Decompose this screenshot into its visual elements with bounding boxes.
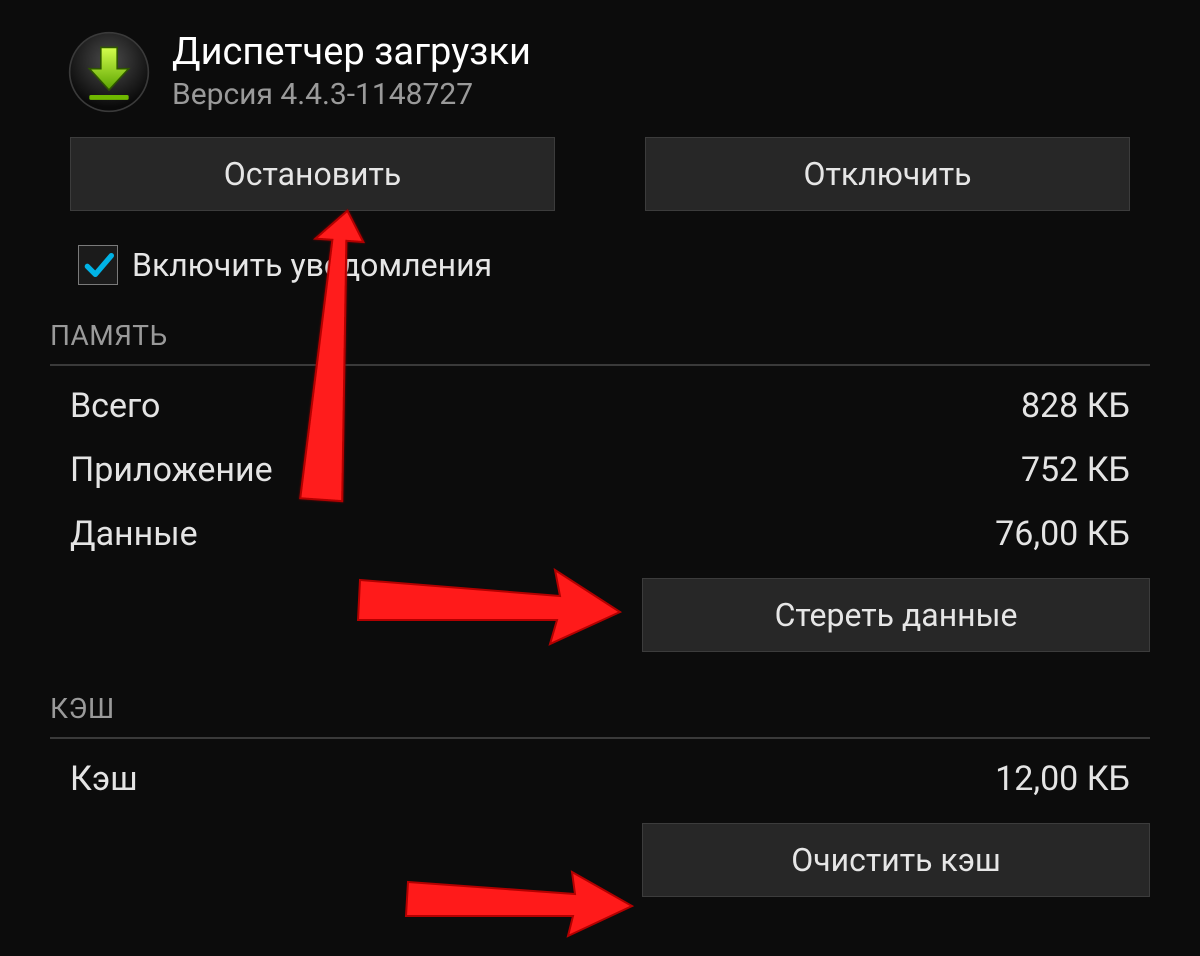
storage-app-value: 752 КБ — [1021, 450, 1130, 490]
disable-button[interactable]: Отключить — [645, 137, 1130, 211]
app-header: Диспетчер загрузки Версия 4.4.3-1148727 — [50, 20, 1150, 133]
cache-value: 12,00 КБ — [995, 759, 1130, 799]
clear-cache-row: Очистить кэш — [50, 811, 1150, 907]
clear-data-row: Стереть данные — [50, 566, 1150, 692]
notifications-checkbox[interactable] — [78, 245, 118, 285]
app-version: Версия 4.4.3-1148727 — [172, 76, 531, 114]
notifications-label: Включить уведомления — [132, 246, 492, 284]
check-icon — [82, 249, 114, 281]
cache-section-header: КЭШ — [50, 692, 1150, 739]
storage-total-label: Всего — [70, 386, 160, 426]
storage-data-value: 76,00 КБ — [995, 514, 1130, 554]
storage-total-value: 828 КБ — [1021, 386, 1130, 426]
storage-app-label: Приложение — [70, 450, 273, 490]
app-title-block: Диспетчер загрузки Версия 4.4.3-1148727 — [172, 30, 531, 113]
download-manager-icon — [68, 31, 150, 113]
storage-row-total: Всего 828 КБ — [50, 374, 1150, 438]
storage-row-data: Данные 76,00 КБ — [50, 502, 1150, 566]
clear-data-button[interactable]: Стереть данные — [642, 578, 1150, 652]
notifications-checkbox-row[interactable]: Включить уведомления — [50, 245, 1150, 319]
storage-row-app: Приложение 752 КБ — [50, 438, 1150, 502]
stop-button[interactable]: Остановить — [70, 137, 555, 211]
cache-row: Кэш 12,00 КБ — [50, 747, 1150, 811]
storage-section-header: ПАМЯТЬ — [50, 319, 1150, 366]
storage-data-label: Данные — [70, 514, 198, 554]
action-button-row: Остановить Отключить — [50, 133, 1150, 245]
app-title: Диспетчер загрузки — [172, 30, 531, 76]
cache-label: Кэш — [70, 759, 138, 799]
clear-cache-button[interactable]: Очистить кэш — [642, 823, 1150, 897]
